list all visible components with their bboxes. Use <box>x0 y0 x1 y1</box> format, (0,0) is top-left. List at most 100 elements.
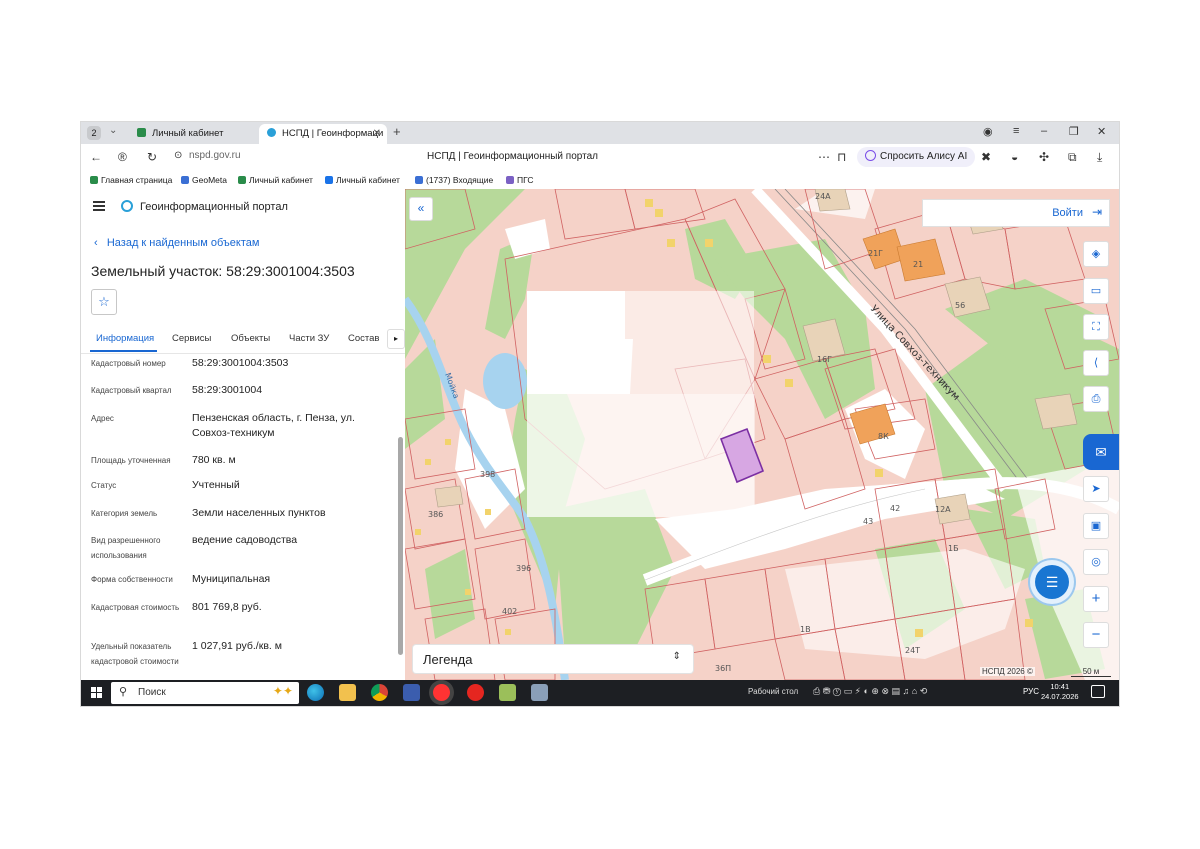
feedback-chat-icon[interactable]: ☰ <box>1035 565 1069 599</box>
navigate-icon[interactable]: ➤ <box>1083 476 1109 502</box>
location-icon[interactable]: ◎ <box>1083 549 1109 575</box>
menu-icon[interactable]: ≡ <box>1013 125 1019 137</box>
close-window-icon[interactable]: ✕ <box>1097 125 1106 138</box>
language-indicator[interactable]: РУС <box>1023 687 1039 696</box>
windows-start-icon[interactable] <box>91 687 103 699</box>
yandex-browser-icon[interactable] <box>433 684 450 701</box>
bookmark-label: Личный кабинет <box>336 175 400 185</box>
parcel-label: 42 <box>890 504 900 513</box>
chrome-icon[interactable] <box>371 684 388 701</box>
share-icon[interactable]: ⟨ <box>1083 350 1109 376</box>
game-app-icon[interactable] <box>499 684 516 701</box>
edge-icon[interactable] <box>307 684 324 701</box>
bookmark-pgs[interactable]: ПГС <box>506 175 533 185</box>
minimize-icon[interactable]: – <box>1041 125 1047 137</box>
clock[interactable]: 10:41 24.07.2026 <box>1041 682 1079 702</box>
extension-x-icon[interactable]: ✖ <box>981 150 991 164</box>
attribute-key: Кадастровая стоимость <box>91 603 180 612</box>
back-icon[interactable]: ← <box>90 150 102 164</box>
restore-icon[interactable]: ❐ <box>1069 125 1079 138</box>
bookmark-personal-cabinet-1[interactable]: Личный кабинет <box>238 175 313 185</box>
print-icon[interactable]: ⎙ <box>1083 386 1109 412</box>
parcel-label: 21 <box>913 260 923 269</box>
save-app-icon[interactable] <box>403 684 420 701</box>
notifications-icon[interactable] <box>1091 685 1105 698</box>
tab-personal-cabinet[interactable]: Личный кабинет <box>129 124 257 144</box>
tab-composition[interactable]: Состав <box>348 333 379 344</box>
attribute-key: Удельный показатель кадастровой стоимост… <box>91 642 179 666</box>
cadastral-map: Мойка Улица Совхоз-техникум 24А 21Г 21 5… <box>405 189 1119 680</box>
more-icon[interactable]: ⋯ <box>818 150 830 164</box>
zoom-in-icon[interactable]: + <box>1083 586 1109 612</box>
bookmark-favicon-icon <box>181 176 189 184</box>
bookmark-icon[interactable]: ⊓ <box>837 150 846 164</box>
search-label: Поиск <box>138 687 166 698</box>
tab-nspd[interactable]: НСПД | Геоинформаци ✕ <box>259 124 387 144</box>
bookmark-main-page[interactable]: Главная страница <box>90 175 172 185</box>
file-explorer-icon[interactable] <box>339 684 356 701</box>
attribute-key: Форма собственности <box>91 575 173 584</box>
tray-icons[interactable]: ⎙ ⛃ ⓨ ▭ ⚡ ◐ ⊕ ⊗ ▤ ♫ ⌂ ⟲ <box>813 686 927 697</box>
parcel-label: 43 <box>863 517 873 526</box>
bookmark-geometa[interactable]: GeoMeta <box>181 175 227 185</box>
tab-objects[interactable]: Объекты <box>231 333 270 344</box>
parcel-label: 1Б <box>948 544 959 553</box>
puzzle-icon[interactable]: ✣ <box>1039 150 1049 164</box>
photo-app-icon[interactable] <box>531 684 548 701</box>
new-tab-icon[interactable]: + <box>393 124 401 139</box>
zoom-out-icon[interactable]: − <box>1083 622 1109 648</box>
tab-count-badge[interactable]: 2 <box>87 126 101 140</box>
reload-icon[interactable]: ↻ <box>147 150 157 164</box>
collections-icon[interactable]: ⧉ <box>1068 150 1077 165</box>
bookmark-favicon-icon <box>325 176 333 184</box>
url-field[interactable]: nspd.gov.ru <box>189 150 241 161</box>
alice-icon <box>865 150 876 161</box>
tab-parts[interactable]: Части ЗУ <box>289 333 329 344</box>
select-area-icon[interactable]: ⛶ <box>1083 314 1109 340</box>
nspd-logo-icon <box>121 200 133 212</box>
protect-icon[interactable]: ® <box>118 150 127 164</box>
desktop-toolbar-label[interactable]: Рабочий стол <box>748 687 798 696</box>
scrollbar-thumb[interactable] <box>398 437 403 655</box>
site-favicon-icon <box>137 128 146 137</box>
taskbar-search[interactable]: ⚲ Поиск ✦✦ <box>111 682 299 704</box>
favorite-star-icon[interactable]: ☆ <box>91 289 117 315</box>
tabs-scroll-right-icon[interactable]: ▸ <box>387 329 405 349</box>
bookmark-inbox[interactable]: (1737) Входящие <box>415 175 493 185</box>
legend-selector[interactable]: Легенда ⇕ <box>413 645 693 673</box>
tab-services[interactable]: Сервисы <box>172 333 211 344</box>
parcel-label: 8К <box>878 432 889 441</box>
login-button[interactable]: Войти ⇥ <box>922 199 1110 227</box>
parcel-label: 398 <box>480 470 495 479</box>
ask-alice-button[interactable]: Спросить Алису AI <box>857 147 976 167</box>
attribute-value: Учтенный <box>192 479 240 491</box>
attribute-key: Статус <box>91 481 117 490</box>
map-view[interactable]: Мойка Улица Совхоз-техникум 24А 21Г 21 5… <box>405 189 1119 680</box>
bookmark-personal-cabinet-2[interactable]: Личный кабинет <box>325 175 400 185</box>
windows-taskbar: ⚲ Поиск ✦✦ Рабочий стол ⎙ ⛃ ⓨ ▭ ⚡ ◐ ⊕ ⊗ ▤ … <box>81 680 1119 706</box>
chat-icon[interactable]: ✉ <box>1083 434 1119 470</box>
download-icon[interactable]: ⤓ <box>1097 150 1102 165</box>
chevron-down-icon[interactable]: ⌄ <box>109 125 117 136</box>
extension-cap-icon[interactable]: ◒ <box>1011 150 1018 164</box>
hamburger-menu-icon[interactable] <box>93 201 105 211</box>
collapse-panel-icon[interactable]: « <box>409 197 433 221</box>
profile-icon[interactable]: ◉ <box>983 125 993 138</box>
back-to-results-link[interactable]: ‹ Назад к найденным объектам <box>94 237 259 249</box>
ruler-icon[interactable]: ▭ <box>1083 278 1109 304</box>
yandex-icon[interactable] <box>467 684 484 701</box>
info-tabs: Информация Сервисы Объекты Части ЗУ Сост… <box>81 325 405 354</box>
tab-label: НСПД | Геоинформаци <box>282 128 384 139</box>
layers-icon[interactable]: ◈ <box>1083 241 1109 267</box>
attribute-value: 780 кв. м <box>192 454 236 466</box>
parcel-label: 396 <box>516 564 531 573</box>
alice-label: Спросить Алису AI <box>880 151 968 162</box>
minimap-icon[interactable]: ▣ <box>1083 513 1109 539</box>
search-icon: ⚲ <box>119 686 128 698</box>
sparkle-icon: ✦✦ <box>272 684 293 698</box>
close-tab-icon[interactable]: ✕ <box>373 124 381 144</box>
login-label: Войти <box>1052 207 1083 219</box>
panel-scrollbar[interactable] <box>398 355 403 680</box>
attribute-key: Категория земель <box>91 509 158 518</box>
tab-information[interactable]: Информация <box>96 333 154 344</box>
